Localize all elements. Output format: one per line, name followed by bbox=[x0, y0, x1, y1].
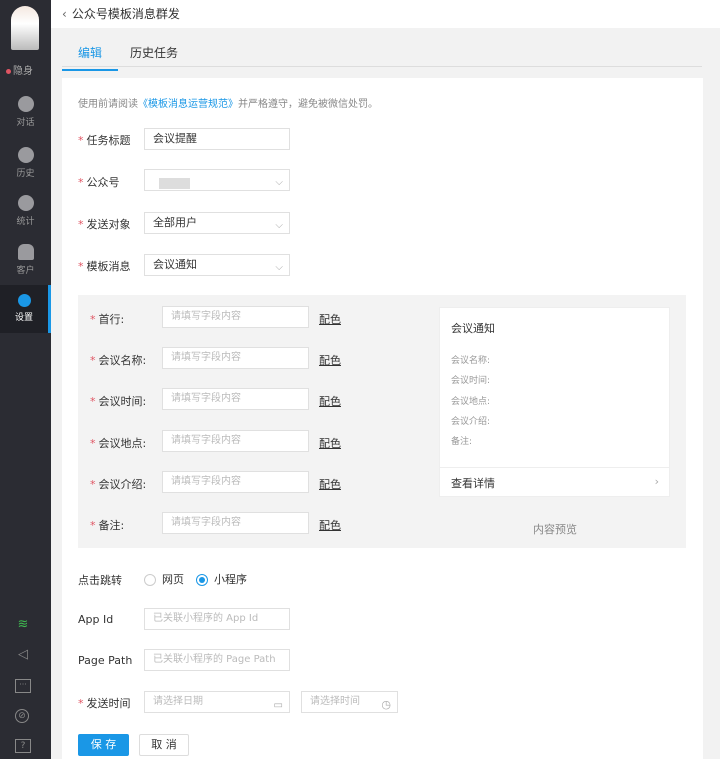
redacted-account bbox=[159, 178, 190, 189]
template-field-input[interactable]: 请填写字段内容 bbox=[162, 430, 309, 452]
clock-icon: ◷ bbox=[381, 698, 391, 711]
help-icon[interactable]: ? bbox=[15, 739, 31, 753]
sidebar-item-label: 统计 bbox=[16, 217, 35, 227]
tab-bar: 编辑 历史任务 bbox=[62, 36, 702, 71]
task-title-input[interactable]: 会议提醒 bbox=[144, 128, 290, 150]
template-field-label: * 首行: bbox=[90, 313, 125, 326]
app-id-label: App Id bbox=[78, 613, 114, 626]
radio-miniprogram[interactable]: 小程序 bbox=[196, 571, 247, 587]
cancel-button[interactable]: 取 消 bbox=[139, 734, 189, 756]
page-path-label: Page Path bbox=[78, 654, 133, 667]
sidebar-item-label: 历史 bbox=[16, 169, 35, 179]
date-input[interactable]: 请选择日期 ▭ bbox=[144, 691, 290, 713]
template-field-label: * 会议名称: bbox=[90, 354, 147, 367]
pie-chart-icon bbox=[17, 195, 34, 211]
view-details-link[interactable]: 查看详情 › bbox=[440, 467, 669, 497]
page-title: 公众号模板消息群发 bbox=[71, 7, 180, 21]
sidebar-item-label: 对话 bbox=[16, 118, 35, 128]
sidebar-item-stats[interactable]: 统计 bbox=[0, 195, 51, 235]
preview-title: 会议通知 bbox=[451, 322, 495, 335]
template-field-input[interactable]: 请填写字段内容 bbox=[162, 347, 309, 369]
template-field-input[interactable]: 请填写字段内容 bbox=[162, 471, 309, 493]
link-icon[interactable]: ⊘ bbox=[15, 709, 29, 723]
megaphone-icon[interactable]: ◁ bbox=[15, 648, 31, 662]
preview-card: 会议通知 会议名称: 会议时间: 会议地点: 会议介绍: 备注: 查看详情 › bbox=[439, 307, 670, 497]
view-details-label: 查看详情 bbox=[451, 477, 495, 490]
chevron-down-icon: ⌵ bbox=[275, 262, 283, 273]
chat-icon bbox=[17, 96, 34, 112]
chevron-down-icon: ⌵ bbox=[275, 220, 283, 231]
tab-edit[interactable]: 编辑 bbox=[62, 44, 119, 71]
target-select[interactable]: 全部用户 ⌵ bbox=[144, 212, 290, 234]
status-indicator[interactable]: 隐身 bbox=[6, 62, 33, 77]
time-input[interactable]: 请选择时间 ◷ bbox=[301, 691, 398, 713]
contacts-icon bbox=[17, 244, 34, 260]
color-picker-link[interactable]: 配色 bbox=[319, 352, 341, 368]
sidebar-item-chat[interactable]: 对话 bbox=[0, 96, 51, 136]
sidebar-item-label: 客户 bbox=[16, 266, 35, 276]
target-label: * 发送对象 bbox=[78, 218, 131, 231]
save-button[interactable]: 保 存 bbox=[78, 734, 129, 756]
chevron-down-icon: ⌵ bbox=[275, 177, 283, 188]
template-field-label: * 会议地点: bbox=[90, 437, 147, 450]
radio-webpage[interactable]: 网页 bbox=[144, 571, 184, 587]
rules-link[interactable]: 《模板消息运营规范》 bbox=[138, 99, 238, 110]
template-label: * 模板消息 bbox=[78, 260, 131, 273]
notice-suffix: 并严格遵守，避免被微信处罚。 bbox=[238, 99, 378, 110]
chevron-left-icon: ‹ bbox=[62, 7, 67, 21]
preview-field: 备注: bbox=[451, 437, 473, 447]
template-field-input[interactable]: 请填写字段内容 bbox=[162, 512, 309, 534]
avatar[interactable] bbox=[11, 6, 39, 50]
sidebar-item-settings[interactable]: 设置 bbox=[0, 285, 51, 333]
account-label: * 公众号 bbox=[78, 176, 120, 189]
page-path-input[interactable]: 已关联小程序的 Page Path bbox=[144, 649, 290, 671]
calendar-icon: ▭ bbox=[273, 700, 283, 711]
status-dot bbox=[6, 68, 11, 74]
color-picker-link[interactable]: 配色 bbox=[319, 393, 341, 409]
sidebar-item-label: 设置 bbox=[14, 313, 33, 323]
template-field-input[interactable]: 请填写字段内容 bbox=[162, 306, 309, 328]
chevron-right-icon: › bbox=[654, 475, 659, 488]
sidebar: 隐身 对话 历史 统计 客户 设置 ≋ ◁ ··· ⊘ ? bbox=[0, 0, 51, 759]
preview-field: 会议时间: bbox=[451, 376, 491, 386]
preview-field: 会议地点: bbox=[451, 397, 491, 407]
preview-field: 会议介绍: bbox=[451, 417, 491, 427]
task-title-label: * 任务标题 bbox=[78, 134, 131, 147]
color-picker-link[interactable]: 配色 bbox=[319, 435, 341, 451]
message-icon[interactable]: ··· bbox=[15, 679, 31, 693]
gear-icon bbox=[17, 294, 31, 307]
sidebar-item-customers[interactable]: 客户 bbox=[0, 244, 51, 284]
color-picker-link[interactable]: 配色 bbox=[319, 517, 341, 533]
template-select[interactable]: 会议通知 ⌵ bbox=[144, 254, 290, 276]
tab-history-tasks[interactable]: 历史任务 bbox=[130, 44, 178, 61]
send-time-label: * 发送时间 bbox=[78, 697, 131, 710]
color-picker-link[interactable]: 配色 bbox=[319, 476, 341, 492]
preview-field: 会议名称: bbox=[451, 356, 491, 366]
back-button[interactable]: ‹ 公众号模板消息群发 bbox=[62, 5, 180, 22]
status-label: 隐身 bbox=[13, 66, 33, 77]
color-picker-link[interactable]: 配色 bbox=[319, 311, 341, 327]
template-field-label: * 会议介绍: bbox=[90, 478, 147, 491]
template-field-label: * 会议时间: bbox=[90, 395, 147, 408]
radio-checked-icon bbox=[196, 574, 208, 586]
preview-caption: 内容预览 bbox=[533, 523, 577, 536]
app-id-input[interactable]: 已关联小程序的 App Id bbox=[144, 608, 290, 630]
template-field-input[interactable]: 请填写字段内容 bbox=[162, 388, 309, 410]
notice-prefix: 使用前请阅读 bbox=[78, 99, 138, 110]
radio-icon bbox=[144, 574, 156, 586]
wifi-icon[interactable]: ≋ bbox=[15, 618, 31, 632]
account-select[interactable]: ⌵ bbox=[144, 169, 290, 191]
sidebar-item-history[interactable]: 历史 bbox=[0, 147, 51, 187]
notice: 使用前请阅读《模板消息运营规范》并严格遵守，避免被微信处罚。 bbox=[78, 95, 378, 110]
template-field-label: * 备注: bbox=[90, 519, 125, 532]
jump-label: 点击跳转 bbox=[78, 574, 122, 587]
clock-icon bbox=[17, 147, 34, 163]
